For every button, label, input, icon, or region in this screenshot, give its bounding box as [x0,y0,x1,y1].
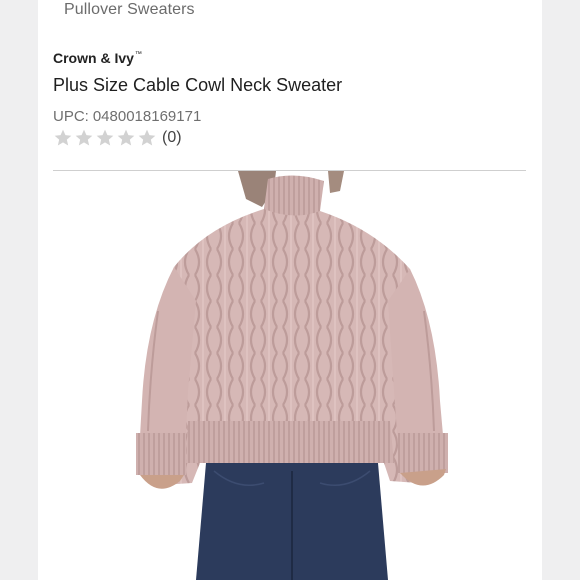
review-count[interactable]: (0) [162,129,182,147]
star-icon [117,129,135,146]
product-title: Plus Size Cable Cowl Neck Sweater [53,75,343,95]
star-icon [96,129,114,146]
product-image[interactable] [38,171,542,580]
brand-name[interactable]: Crown & Ivy™ [53,50,142,66]
star-icon [75,129,93,146]
rating-summary[interactable]: (0) [53,127,182,149]
breadcrumb[interactable]: Pullover Sweaters [64,1,195,19]
upc-label: UPC: [53,108,89,125]
brand-label[interactable]: Crown & Ivy [53,50,134,66]
upc-line: UPC: 0480018169171 [53,108,201,125]
star-icon [138,129,156,146]
sweater-model-photo [136,171,448,580]
product-page: Pullover Sweaters Crown & Ivy™ Plus Size… [38,0,542,580]
trademark-symbol: ™ [134,51,142,58]
star-icon [54,129,72,146]
star-rating[interactable] [53,128,158,148]
upc-value: 0480018169171 [92,108,202,125]
breadcrumb-label[interactable]: Pullover Sweaters [64,1,195,18]
